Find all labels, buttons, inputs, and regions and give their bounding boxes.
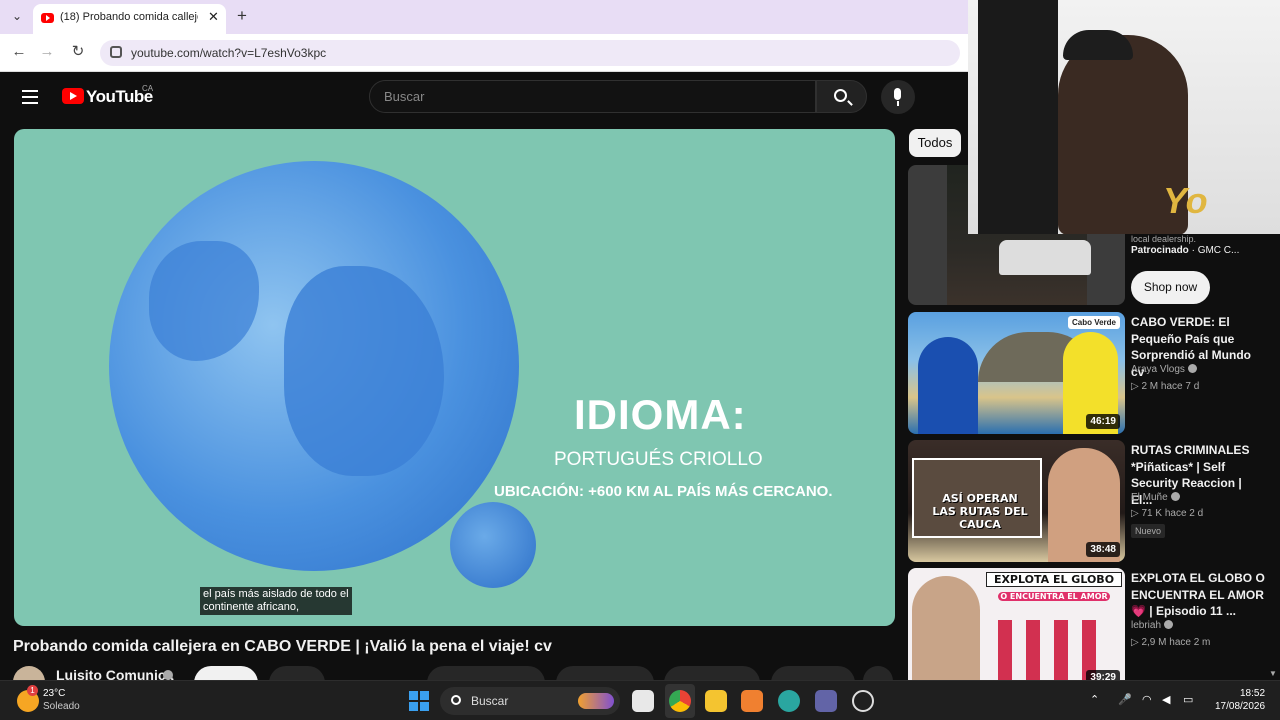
chrome-icon[interactable]: [669, 690, 691, 712]
ad-car-image: [999, 240, 1091, 275]
search-icon: [834, 89, 847, 102]
verified-icon: [1187, 364, 1197, 373]
search-highlight-icon: [578, 693, 614, 709]
ad-description: local dealership.: [1131, 234, 1197, 244]
youtube-header: YouTube CA Buscar: [0, 73, 968, 125]
globe-landmass: [149, 241, 259, 361]
browser-tabbar: ⌄ (18) Probando comida callejera ✕ +: [0, 0, 968, 34]
edge-icon[interactable]: [778, 690, 800, 712]
site-info-icon[interactable]: [110, 46, 122, 58]
weather-temperature[interactable]: 23°C: [43, 688, 65, 699]
taskbar-search[interactable]: Buscar: [440, 687, 620, 715]
tray-overflow-icon[interactable]: ⌃: [1090, 693, 1099, 706]
windows-start-icon[interactable]: [409, 691, 429, 711]
reload-icon[interactable]: ↻: [68, 42, 88, 62]
ad-sponsor-line: Patrocinado · GMC C...: [1131, 245, 1240, 256]
recommendation-item[interactable]: ASÍ OPERAN LAS RUTAS DEL CAUCA 38:48 RUT…: [908, 440, 1280, 562]
video-overlay-title: IDIOMA:: [574, 391, 747, 438]
recommendation-thumbnail[interactable]: ASÍ OPERAN LAS RUTAS DEL CAUCA 38:48: [908, 440, 1125, 562]
app-icon[interactable]: [852, 690, 874, 712]
recommendation-channel[interactable]: El Muñe: [1131, 492, 1180, 503]
address-bar[interactable]: youtube.com/watch?v=L7eshVo3kpc: [100, 40, 960, 66]
clock-date[interactable]: 17/08/2026: [1215, 701, 1265, 712]
webcam-overlay: Yo: [968, 0, 1280, 234]
hamburger-menu-icon[interactable]: [22, 90, 38, 104]
search-placeholder: Buscar: [384, 89, 425, 104]
wifi-icon[interactable]: ◠: [1142, 693, 1152, 706]
verified-icon: [163, 670, 173, 680]
microphone-icon[interactable]: 🎤: [1118, 693, 1132, 706]
webcam-object: [978, 0, 1058, 234]
recommendation-item[interactable]: Cabo Verde 46:19 CABO VERDE: El Pequeño …: [908, 312, 1280, 434]
url-text: youtube.com/watch?v=L7eshVo3kpc: [131, 46, 327, 60]
battery-icon[interactable]: ▭: [1183, 693, 1193, 706]
verified-icon: [1164, 620, 1174, 629]
thumbnail-text: O ENCUENTRA EL AMOR: [998, 592, 1110, 601]
voice-search-button[interactable]: [881, 80, 915, 114]
youtube-favicon-icon: [41, 13, 54, 23]
ad-advertiser: GMC C...: [1197, 245, 1240, 256]
region-code: CA: [142, 84, 154, 93]
verified-icon: [1170, 492, 1180, 501]
taskbar-search-placeholder: Buscar: [471, 694, 509, 708]
recommendation-thumbnail[interactable]: Cabo Verde 46:19: [908, 312, 1125, 434]
browser-toolbar: ← → ↻ youtube.com/watch?v=L7eshVo3kpc: [0, 34, 968, 72]
back-arrow-icon[interactable]: ←: [9, 42, 29, 62]
youtube-logo-icon[interactable]: [62, 88, 84, 104]
video-duration: 46:19: [1086, 414, 1120, 429]
forward-arrow-icon[interactable]: →: [37, 42, 57, 62]
location-tag: Cabo Verde: [1067, 316, 1120, 329]
webcam-headphones: [1063, 30, 1133, 60]
tab-search-dropdown-icon[interactable]: ⌄: [8, 9, 26, 25]
search-button[interactable]: [816, 80, 867, 113]
windows-taskbar: 1 23°C Soleado Buscar ⌃ 🎤 ◠ ◀ ▭ 18:52 17…: [0, 680, 1280, 720]
browser-tab-active[interactable]: (18) Probando comida callejera ✕: [33, 4, 226, 34]
search-icon: [451, 695, 461, 705]
volume-icon[interactable]: ◀: [1162, 693, 1170, 706]
scroll-down-icon[interactable]: ▼: [1269, 669, 1277, 678]
video-overlay-subtitle: PORTUGUÉS CRIOLLO: [554, 449, 763, 470]
close-tab-icon[interactable]: ✕: [208, 9, 219, 25]
sponsored-label: Patrocinado: [1131, 245, 1189, 256]
thumb-person: [918, 337, 978, 434]
new-badge: Nuevo: [1131, 524, 1166, 538]
recommendation-title[interactable]: EXPLOTA EL GLOBO O ENCUENTRA EL AMOR 💗 |…: [1131, 570, 1266, 620]
clock-time[interactable]: 18:52: [1240, 688, 1265, 699]
video-duration: 38:48: [1086, 542, 1120, 557]
search-input[interactable]: Buscar: [369, 80, 816, 113]
file-explorer-icon[interactable]: [705, 690, 727, 712]
teams-icon[interactable]: [815, 690, 837, 712]
tab-title: (18) Probando comida callejera: [60, 11, 198, 23]
recommendation-channel[interactable]: lebriah: [1131, 620, 1174, 631]
video-player[interactable]: IDIOMA: PORTUGUÉS CRIOLLO UBICACIÓN: +60…: [14, 129, 895, 626]
globe-graphic: [109, 161, 519, 571]
recommendation-channel[interactable]: Araya Vlogs: [1131, 364, 1197, 375]
globe-landmass: [284, 266, 444, 476]
video-overlay-location: UBICACIÓN: +600 KM AL PAÍS MÁS CERCANO.: [494, 483, 833, 500]
small-globe-graphic: [450, 502, 536, 588]
thumbnail-text: EXPLOTA EL GLOBO: [986, 572, 1122, 587]
thumbnail-text: ASÍ OPERAN LAS RUTAS DEL CAUCA: [932, 492, 1028, 531]
task-view-icon[interactable]: [632, 690, 654, 712]
new-tab-icon[interactable]: +: [237, 6, 247, 26]
webcam-logo-text: Yo: [1163, 180, 1208, 221]
recommendation-stats: ▷ 2,9 M hace 2 m: [1131, 637, 1211, 648]
video-title: Probando comida callejera en CABO VERDE …: [13, 638, 552, 655]
weather-notification-badge: 1: [27, 685, 38, 696]
recommendation-item[interactable]: EXPLOTA EL GLOBO O ENCUENTRA EL AMOR 39:…: [908, 568, 1280, 690]
shop-now-button[interactable]: Shop now: [1131, 271, 1210, 304]
recommendation-stats: ▷ 71 K hace 2 d: [1131, 508, 1204, 519]
thumb-person: [912, 576, 980, 690]
fl-studio-icon[interactable]: [741, 690, 763, 712]
video-caption: el país más aislado de todo el continent…: [200, 587, 352, 615]
filter-chip-all[interactable]: Todos: [909, 129, 961, 157]
recommendation-thumbnail[interactable]: EXPLOTA EL GLOBO O ENCUENTRA EL AMOR 39:…: [908, 568, 1125, 690]
recommendation-stats: ▷ 2 M hace 7 d: [1131, 381, 1200, 392]
weather-condition[interactable]: Soleado: [43, 701, 80, 712]
